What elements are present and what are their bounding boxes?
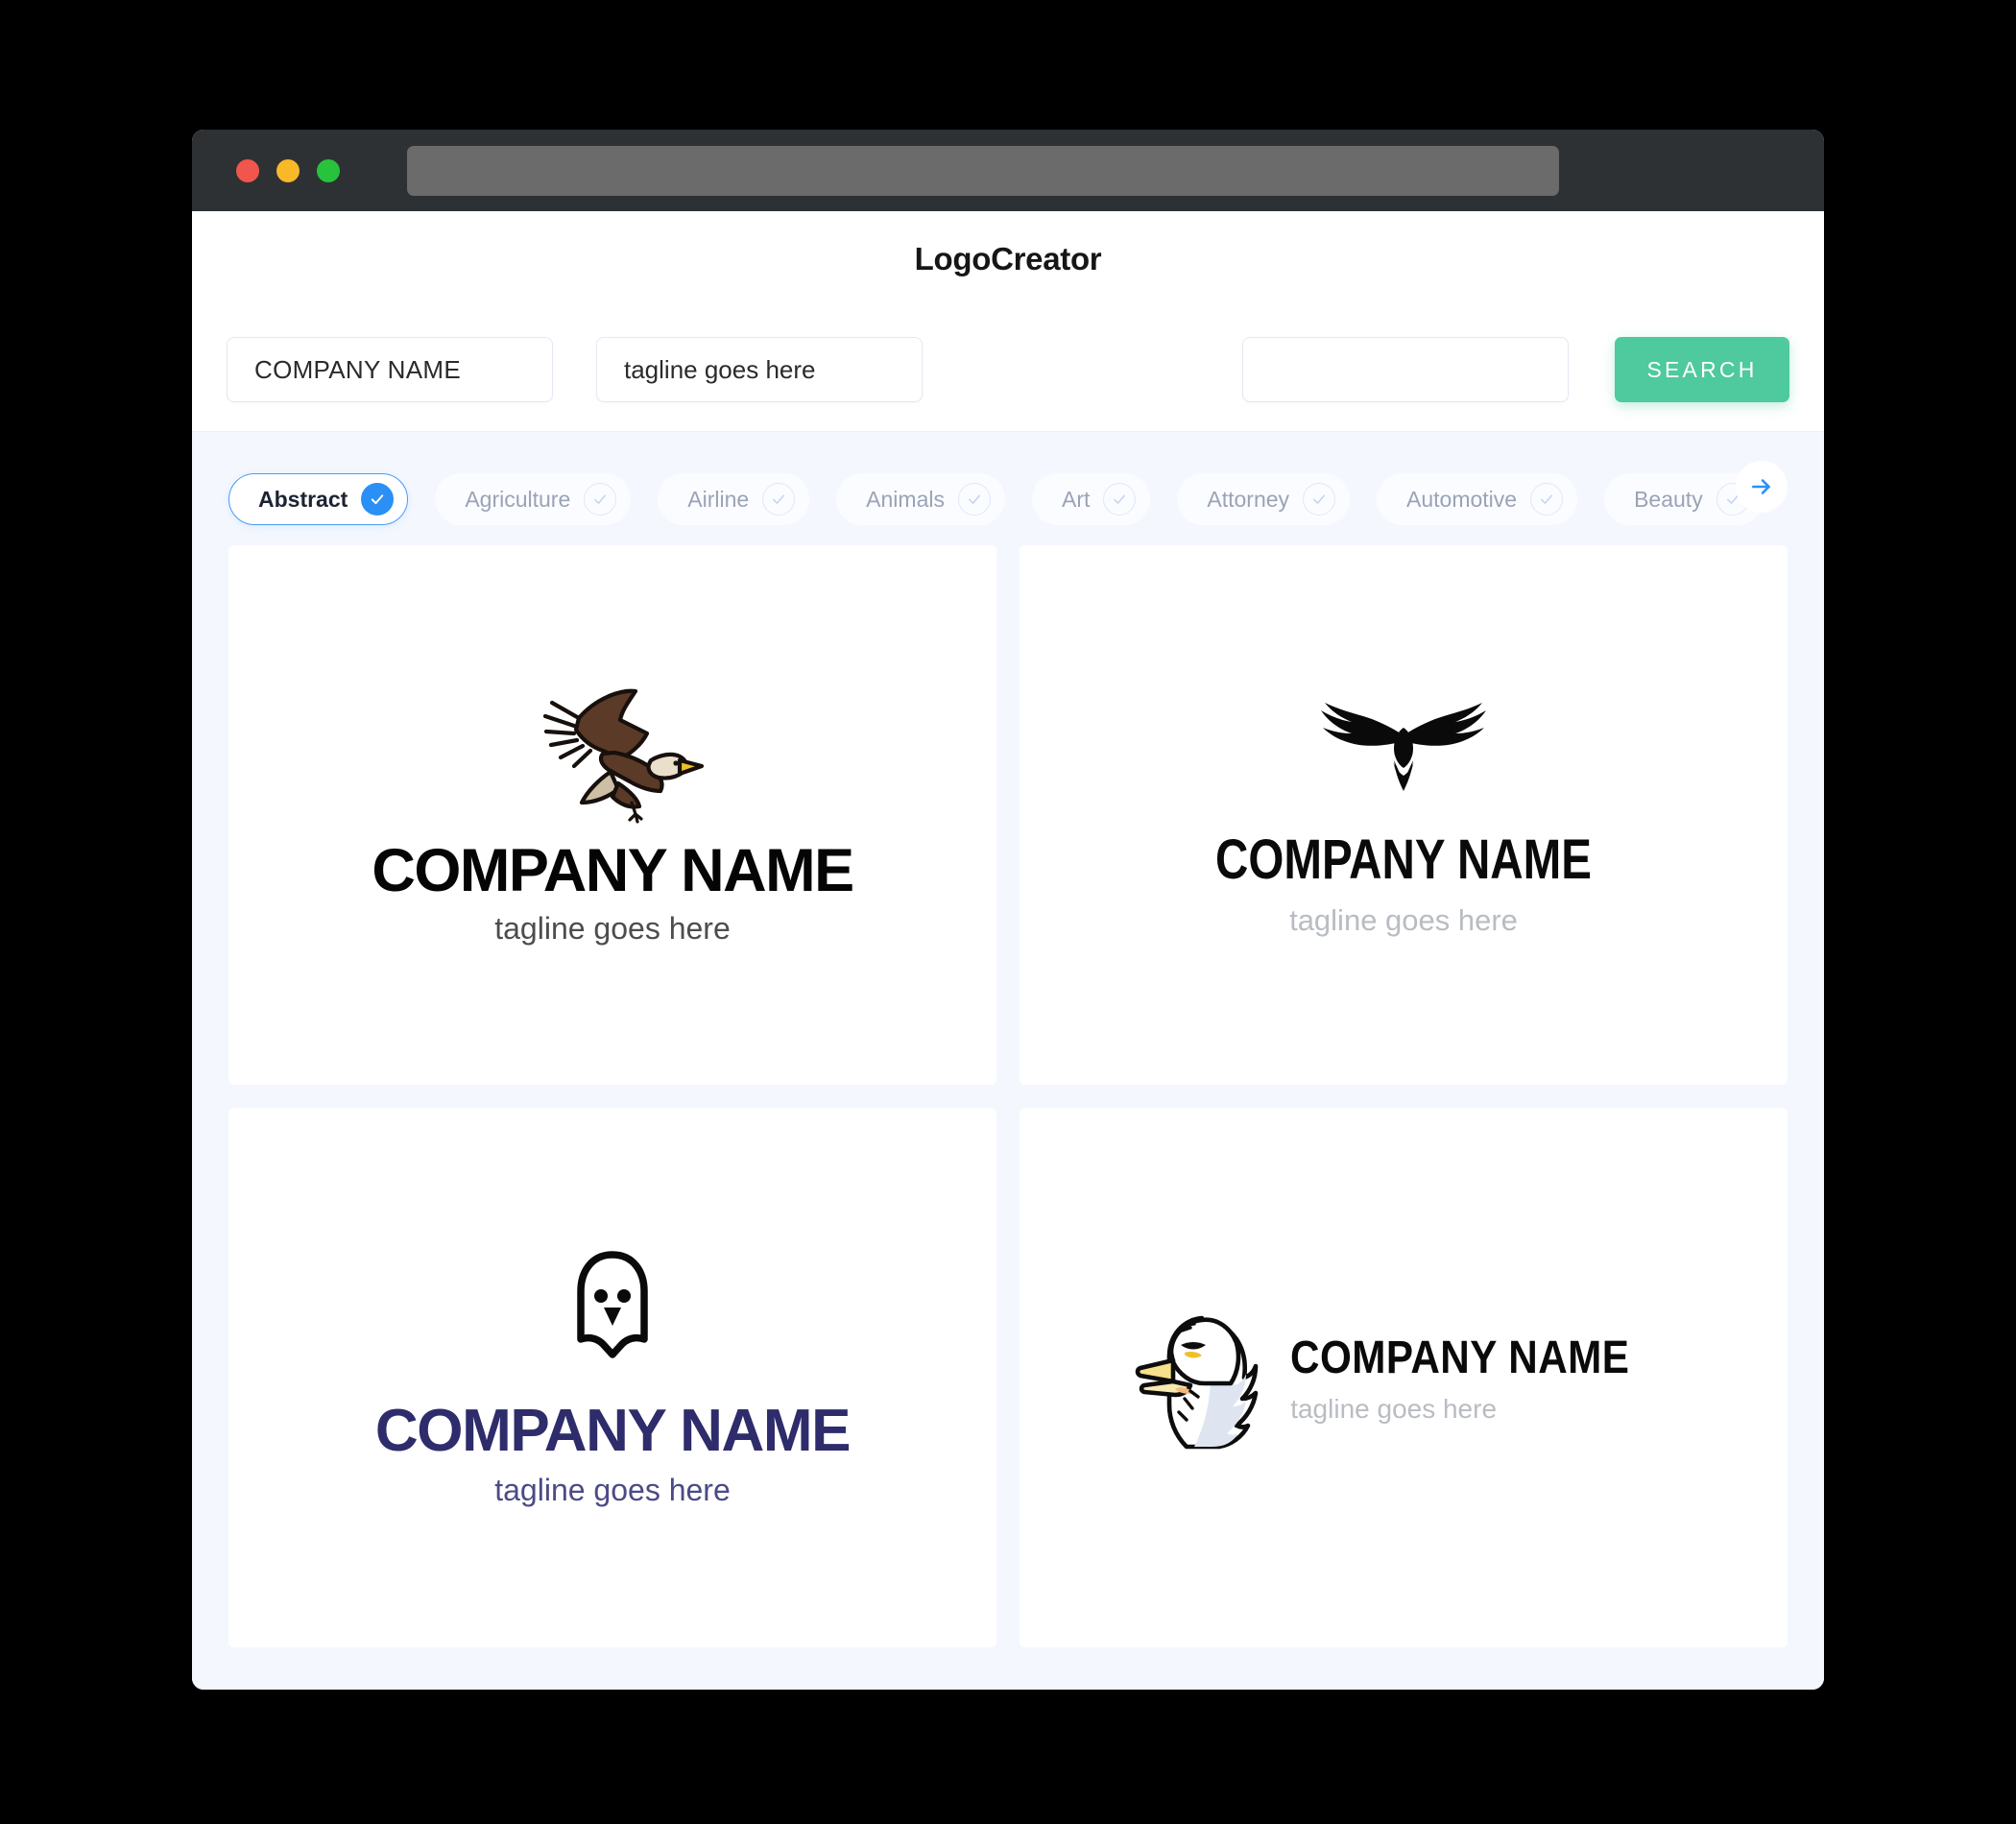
logo-preview: COMPANY NAME tagline goes here <box>372 684 854 946</box>
eagle-head-mascot-icon <box>1135 1315 1259 1450</box>
logo-company-name: COMPANY NAME <box>372 837 854 905</box>
category-chip-abstract[interactable]: Abstract <box>228 473 409 525</box>
logo-card[interactable]: COMPANY NAME tagline goes here <box>1020 545 1788 1085</box>
logo-card[interactable]: COMPANY NAME tagline goes here <box>228 545 996 1085</box>
logo-text-block: COMPANY NAME tagline goes here <box>1290 1332 1676 1425</box>
category-chip-airline[interactable]: Airline <box>658 473 810 525</box>
search-toolbar: COMPANY NAME tagline goes here SEARCH <box>192 307 1824 432</box>
logo-preview: COMPANY NAME tagline goes here <box>1174 693 1633 938</box>
logo-tagline: tagline goes here <box>494 1473 731 1507</box>
logo-company-name: COMPANY NAME <box>374 1398 852 1464</box>
category-chip-automotive[interactable]: Automotive <box>1377 473 1578 525</box>
maximize-window-button[interactable] <box>317 158 340 182</box>
keyword-input[interactable] <box>1242 337 1569 402</box>
address-bar-input[interactable] <box>407 145 1559 196</box>
category-chip-animals[interactable]: Animals <box>836 473 1005 525</box>
traffic-lights <box>236 158 340 182</box>
categories-next-button[interactable] <box>1736 461 1788 513</box>
check-circle-icon <box>762 483 796 516</box>
app-header: LogoCreator <box>192 211 1824 307</box>
chip-label: Attorney <box>1207 486 1290 512</box>
chip-label: Airline <box>687 486 750 512</box>
logo-card[interactable]: COMPANY NAME tagline goes here <box>1020 1108 1788 1647</box>
category-chip-art[interactable]: Art <box>1031 473 1151 525</box>
logo-tagline: tagline goes here <box>1289 902 1518 937</box>
browser-window: LogoCreator COMPANY NAME tagline goes he… <box>192 130 1824 1690</box>
chip-label: Art <box>1061 486 1091 512</box>
logo-company-name: COMPANY NAME <box>1215 828 1592 891</box>
logo-tagline: tagline goes here <box>494 910 731 946</box>
chip-label: Animals <box>866 486 945 512</box>
logo-tagline: tagline goes here <box>1290 1393 1498 1424</box>
check-circle-icon <box>361 483 395 516</box>
screen-root: LogoCreator COMPANY NAME tagline goes he… <box>0 0 2016 1824</box>
minimize-window-button[interactable] <box>276 158 300 182</box>
category-chip-attorney[interactable]: Attorney <box>1177 473 1351 525</box>
category-chip-agriculture[interactable]: Agriculture <box>435 473 632 525</box>
chip-label: Beauty <box>1634 486 1703 512</box>
logo-company-name: COMPANY NAME <box>1290 1332 1630 1383</box>
check-circle-icon <box>957 483 991 516</box>
chip-label: Abstract <box>258 486 348 512</box>
logo-preview: COMPANY NAME tagline goes here <box>1131 1305 1676 1451</box>
flying-eagle-brown-icon <box>542 689 705 825</box>
logo-card[interactable]: COMPANY NAME tagline goes here <box>228 1108 996 1647</box>
tagline-input[interactable]: tagline goes here <box>596 337 923 402</box>
arrow-right-icon <box>1752 479 1770 494</box>
eagle-silhouette-black-icon <box>1321 702 1486 791</box>
company-name-input[interactable]: COMPANY NAME <box>227 337 553 402</box>
check-circle-icon <box>1103 483 1137 516</box>
chip-label: Agriculture <box>465 486 571 512</box>
check-circle-icon <box>1530 483 1564 516</box>
owl-outline-icon <box>577 1251 648 1358</box>
logo-results-grid: COMPANY NAME tagline goes here COMPANY N… <box>192 538 1824 1680</box>
browser-titlebar <box>192 130 1824 211</box>
check-circle-icon <box>1303 483 1336 516</box>
close-window-button[interactable] <box>236 158 259 182</box>
chip-label: Automotive <box>1406 486 1518 512</box>
category-filter-row[interactable]: Abstract Agriculture Airline Animals Art… <box>192 432 1824 538</box>
logo-preview: COMPANY NAME tagline goes here <box>374 1247 852 1508</box>
search-button[interactable]: SEARCH <box>1615 337 1789 402</box>
check-circle-icon <box>584 483 617 516</box>
results-area: Abstract Agriculture Airline Animals Art… <box>192 432 1824 1690</box>
page-title: LogoCreator <box>914 241 1102 276</box>
